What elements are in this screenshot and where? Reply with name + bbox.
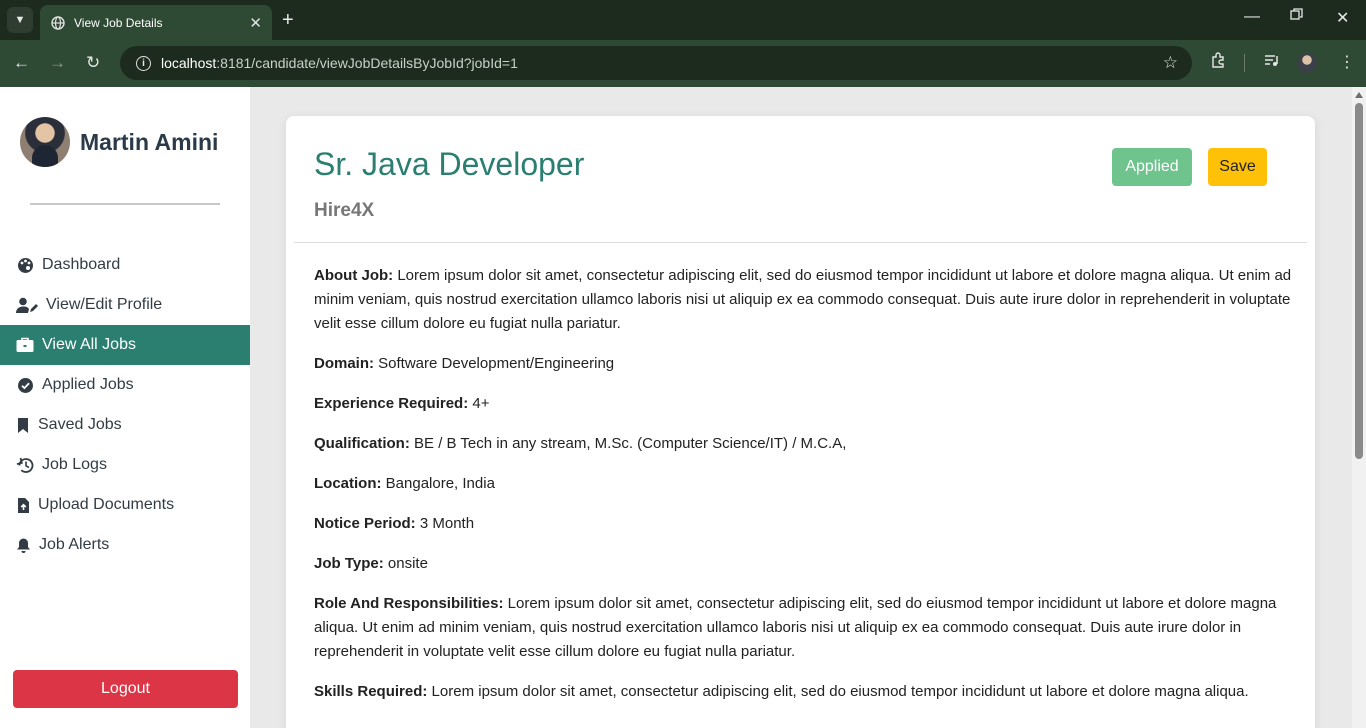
close-window-icon[interactable]: ✕ xyxy=(1336,8,1349,28)
sidebar-item-job-logs[interactable]: Job Logs xyxy=(0,445,250,485)
detail-label: Notice Period: xyxy=(314,515,416,532)
globe-icon xyxy=(50,15,66,31)
detail-value: 3 Month xyxy=(419,515,475,532)
sidebar-item-label: Saved Jobs xyxy=(38,416,122,433)
toolbar-separator xyxy=(1244,54,1245,72)
detail-label: About Job: xyxy=(314,267,394,284)
detail-label: Skills Required: xyxy=(314,683,428,700)
sidebar-item-label: Upload Documents xyxy=(38,496,175,513)
reload-icon[interactable]: ↻ xyxy=(86,52,100,74)
sidebar-item-view-edit-profile[interactable]: View/Edit Profile xyxy=(0,285,250,325)
chevron-down-icon: ▼ xyxy=(14,14,26,26)
extensions-icon[interactable] xyxy=(1210,52,1227,74)
detail-label: Qualification: xyxy=(314,435,410,452)
check-circle-icon xyxy=(15,376,35,394)
detail-location: Location: Bangalore, India xyxy=(314,472,1294,496)
detail-qualification: Qualification: BE / B Tech in any stream… xyxy=(314,432,1294,456)
company-name: Hire4X xyxy=(314,200,375,221)
detail-domain: Domain: Software Development/Engineering xyxy=(314,352,1294,376)
sidebar-item-saved-jobs[interactable]: Saved Jobs xyxy=(0,405,250,445)
bell-icon xyxy=(15,536,32,554)
card-divider xyxy=(294,242,1307,243)
sidebar-item-upload-documents[interactable]: Upload Documents xyxy=(0,485,250,525)
detail-role-responsibilities: Role And Responsibilities: Lorem ipsum d… xyxy=(314,592,1294,664)
bookmark-star-icon[interactable]: ☆ xyxy=(1163,53,1178,73)
detail-about-job: About Job: Lorem ipsum dolor sit amet, c… xyxy=(314,264,1294,336)
browser-tab-bar: ▼ View Job Details ✕ + — ✕ xyxy=(0,0,1366,40)
detail-value: onsite xyxy=(387,555,428,572)
sidebar-item-label: Applied Jobs xyxy=(42,376,134,393)
forward-arrow-icon[interactable]: → xyxy=(49,52,66,74)
minimize-icon[interactable]: — xyxy=(1244,8,1260,26)
sidebar-item-label: Job Logs xyxy=(42,456,107,473)
detail-label: Experience Required: xyxy=(314,395,469,412)
palette-icon xyxy=(15,256,35,274)
page-scrollbar[interactable] xyxy=(1352,87,1366,728)
scrollbar-thumb[interactable] xyxy=(1355,103,1363,459)
new-tab-button[interactable]: + xyxy=(282,9,294,31)
job-details-card: Sr. Java Developer Hire4X Applied Save A… xyxy=(286,116,1315,728)
detail-label: Location: xyxy=(314,475,382,492)
url-field[interactable]: i localhost:8181/candidate/viewJobDetail… xyxy=(120,46,1192,80)
logout-button[interactable]: Logout xyxy=(13,670,238,708)
detail-label: Role And Responsibilities: xyxy=(314,595,504,612)
tab-title: View Job Details xyxy=(74,15,163,30)
save-button[interactable]: Save xyxy=(1208,148,1267,186)
url-text: localhost:8181/candidate/viewJobDetailsB… xyxy=(161,55,518,71)
sidebar-item-label: View All Jobs xyxy=(42,336,136,353)
detail-value: Software Development/Engineering xyxy=(378,355,615,372)
detail-experience: Experience Required: 4+ xyxy=(314,392,1294,416)
sidebar-item-dashboard[interactable]: Dashboard xyxy=(0,245,250,285)
sidebar-item-view-all-jobs[interactable]: View All Jobs xyxy=(0,325,250,365)
site-info-icon[interactable]: i xyxy=(136,55,151,71)
sidebar-item-applied-jobs[interactable]: Applied Jobs xyxy=(0,365,250,405)
detail-label: Job Type: xyxy=(314,555,384,572)
sidebar-item-label: View/Edit Profile xyxy=(46,296,163,313)
user-name: Martin Amini xyxy=(80,128,219,155)
browser-profile-avatar[interactable] xyxy=(1297,53,1317,73)
sidebar-divider xyxy=(30,203,220,205)
job-title: Sr. Java Developer xyxy=(314,146,585,182)
restore-icon[interactable] xyxy=(1290,8,1303,26)
sidebar-item-label: Dashboard xyxy=(42,256,121,273)
scroll-up-arrow-icon[interactable] xyxy=(1355,92,1363,98)
bookmark-icon xyxy=(15,416,31,434)
detail-label: Domain: xyxy=(314,355,374,372)
detail-value: BE / B Tech in any stream, M.Sc. (Comput… xyxy=(414,435,847,452)
detail-job-type: Job Type: onsite xyxy=(314,552,1294,576)
detail-value: Bangalore, India xyxy=(385,475,495,492)
sidebar: Martin Amini Dashboard View/Edit Profile… xyxy=(0,87,250,728)
detail-value: Lorem ipsum dolor sit amet, consectetur … xyxy=(314,267,1292,332)
detail-skills-required: Skills Required: Lorem ipsum dolor sit a… xyxy=(314,680,1294,704)
job-details-list: About Job: Lorem ipsum dolor sit amet, c… xyxy=(314,264,1294,720)
user-edit-icon xyxy=(15,296,39,314)
file-upload-icon xyxy=(15,496,31,514)
tab-search-dropdown[interactable]: ▼ xyxy=(7,7,33,33)
sidebar-item-label: Job Alerts xyxy=(39,536,110,553)
detail-value: Lorem ipsum dolor sit amet, consectetur … xyxy=(431,683,1249,700)
browser-address-bar: ← → ↻ i localhost:8181/candidate/viewJob… xyxy=(0,40,1366,87)
user-profile: Martin Amini xyxy=(20,117,218,167)
detail-notice-period: Notice Period: 3 Month xyxy=(314,512,1294,536)
history-icon xyxy=(15,456,35,474)
avatar xyxy=(20,117,70,167)
browser-tab[interactable]: View Job Details ✕ xyxy=(40,5,272,40)
media-controls-icon[interactable] xyxy=(1263,52,1280,74)
sidebar-menu: Dashboard View/Edit Profile View All Job… xyxy=(0,245,250,565)
sidebar-item-job-alerts[interactable]: Job Alerts xyxy=(0,525,250,565)
back-arrow-icon[interactable]: ← xyxy=(13,52,30,74)
close-tab-icon[interactable]: ✕ xyxy=(249,14,262,32)
briefcase-icon xyxy=(15,336,35,354)
detail-value: 4+ xyxy=(472,395,490,412)
kebab-menu-icon[interactable]: ⋮ xyxy=(1339,52,1355,72)
applied-button[interactable]: Applied xyxy=(1112,148,1192,186)
